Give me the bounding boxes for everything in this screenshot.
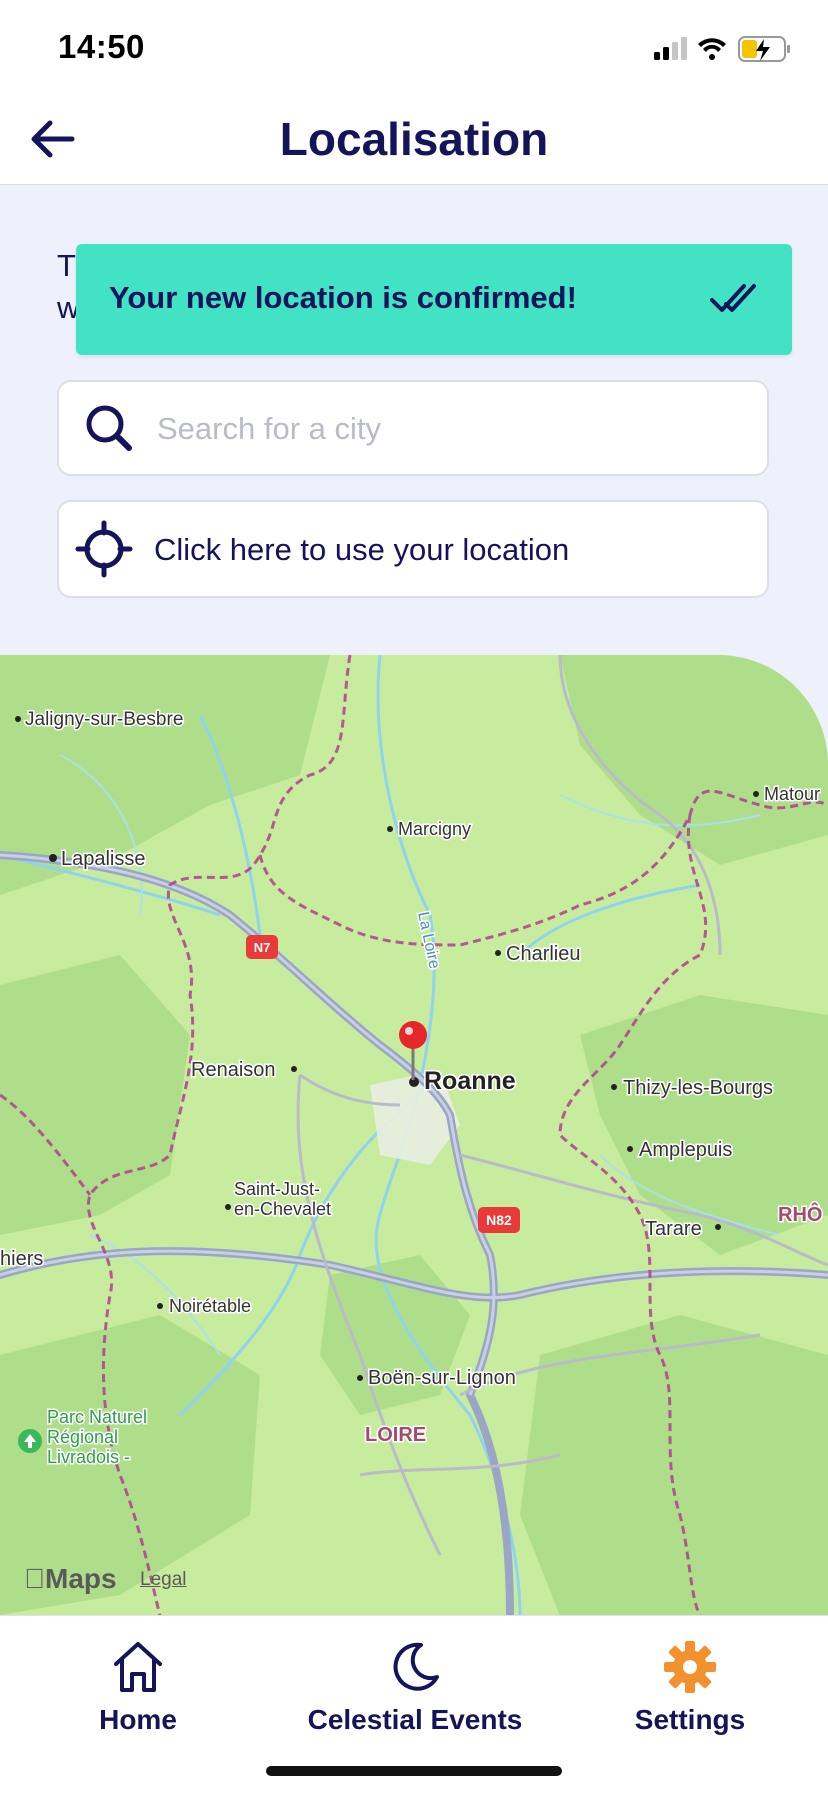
park-label: Livradois - xyxy=(47,1447,130,1467)
tab-celestial-events[interactable]: Celestial Events xyxy=(290,1638,540,1736)
use-location-button[interactable]: Click here to use your location xyxy=(57,500,769,598)
tab-settings[interactable]: Settings xyxy=(620,1638,760,1736)
place-label: Charlieu xyxy=(506,943,580,965)
park-label: Régional xyxy=(47,1427,118,1447)
svg-text:N7: N7 xyxy=(254,940,271,955)
toast-message: Your new location is confirmed! xyxy=(109,280,577,315)
place-label: hiers xyxy=(0,1248,43,1270)
place-label: Lapalisse xyxy=(61,848,146,870)
search-input[interactable] xyxy=(155,402,739,456)
place-label: Saint-Just- xyxy=(234,1179,320,1199)
search-field[interactable] xyxy=(57,380,769,476)
place-label: Jaligny-sur-Besbre xyxy=(25,709,183,730)
map-canvas: N7 N82 Jaligny-sur-Besbre Lapalisse Marc… xyxy=(0,655,828,1616)
moon-icon xyxy=(393,1642,439,1691)
gear-icon xyxy=(664,1641,716,1693)
region-label: LOIRE xyxy=(365,1424,426,1446)
tab-home[interactable]: Home xyxy=(78,1638,198,1736)
page-title: Localisation xyxy=(279,113,549,165)
content-area: T w Your new location is confirmed! Clic… xyxy=(0,185,828,1616)
tab-settings-label: Settings xyxy=(634,1704,746,1735)
place-label: Renaison xyxy=(191,1059,276,1081)
place-label: Matour xyxy=(764,784,820,804)
place-label: Noirétable xyxy=(169,1296,251,1316)
tab-home-label: Home xyxy=(99,1704,177,1735)
header: Localisation xyxy=(0,96,828,185)
search-icon xyxy=(86,405,132,451)
confirmation-toast: Your new location is confirmed! xyxy=(76,244,792,355)
park-label: Parc Naturel xyxy=(47,1407,147,1427)
svg-text:N82: N82 xyxy=(486,1212,512,1228)
place-label-roanne: Roanne xyxy=(424,1067,516,1095)
road-shield-n7: N7 xyxy=(246,935,278,959)
crosshair-icon xyxy=(75,520,133,578)
place-label: Tarare xyxy=(645,1218,702,1240)
region-label: RHÔ xyxy=(778,1202,822,1226)
double-check-icon xyxy=(710,284,756,312)
tab-celestial-events-label: Celestial Events xyxy=(307,1704,523,1735)
place-label: Marcigny xyxy=(398,819,471,839)
home-icon xyxy=(114,1642,162,1692)
legal-link[interactable]: Legal xyxy=(140,1569,187,1591)
status-icons xyxy=(654,36,790,62)
maps-logo: Maps xyxy=(24,1563,117,1594)
place-label: Boën-sur-Lignon xyxy=(368,1367,516,1389)
status-time: 14:50 xyxy=(58,28,145,65)
use-location-label: Click here to use your location xyxy=(154,532,570,567)
apple-icon:  xyxy=(24,1563,45,1594)
place-label: en-Chevalet xyxy=(234,1199,331,1219)
road-shield-n82: N82 xyxy=(478,1207,520,1233)
status-bar: 14:50 xyxy=(0,0,828,96)
home-indicator xyxy=(266,1766,562,1776)
place-label: Thizy-les-Bourgs xyxy=(623,1077,773,1099)
map-view[interactable]: N7 N82 Jaligny-sur-Besbre Lapalisse Marc… xyxy=(0,655,828,1616)
place-label: Amplepuis xyxy=(639,1139,732,1161)
